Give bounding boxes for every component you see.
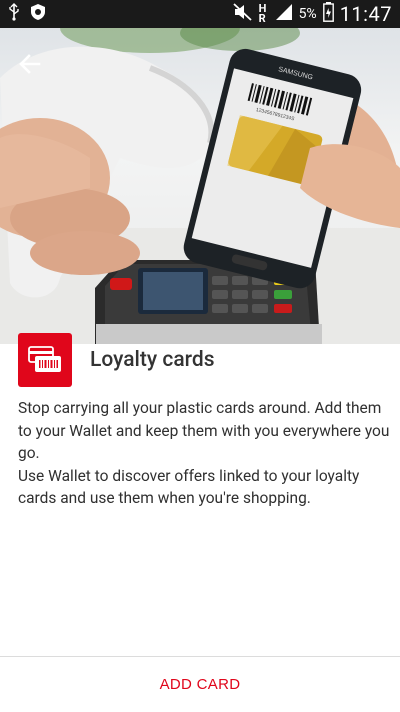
battery-percent: 5% xyxy=(298,6,317,22)
usb-icon xyxy=(8,3,20,25)
shield-icon xyxy=(30,3,46,25)
loyalty-card-icon xyxy=(18,333,72,387)
description: Stop carrying all your plastic cards aro… xyxy=(18,397,390,510)
network-type-label: H R xyxy=(258,2,267,25)
footer-bar: ADD CARD xyxy=(0,656,400,712)
description-paragraph-1: Stop carrying all your plastic cards aro… xyxy=(18,399,390,462)
clock: 11:47 xyxy=(339,2,392,26)
page-title: Loyalty cards xyxy=(90,348,215,372)
back-button[interactable] xyxy=(12,46,48,82)
description-paragraph-2: Use Wallet to discover offers linked to … xyxy=(18,466,360,508)
battery-icon xyxy=(322,2,334,26)
mute-icon xyxy=(232,3,253,25)
card-type-header: Loyalty cards xyxy=(18,333,388,387)
add-card-button[interactable]: ADD CARD xyxy=(140,666,261,703)
status-bar: H R 5% 11:47 xyxy=(0,0,400,28)
hero-illustration: SAMSUNG 1234567891234S xyxy=(0,28,400,344)
back-arrow-icon xyxy=(19,54,41,74)
hero-image: SAMSUNG 1234567891234S xyxy=(0,28,400,344)
signal-icon xyxy=(275,3,293,25)
